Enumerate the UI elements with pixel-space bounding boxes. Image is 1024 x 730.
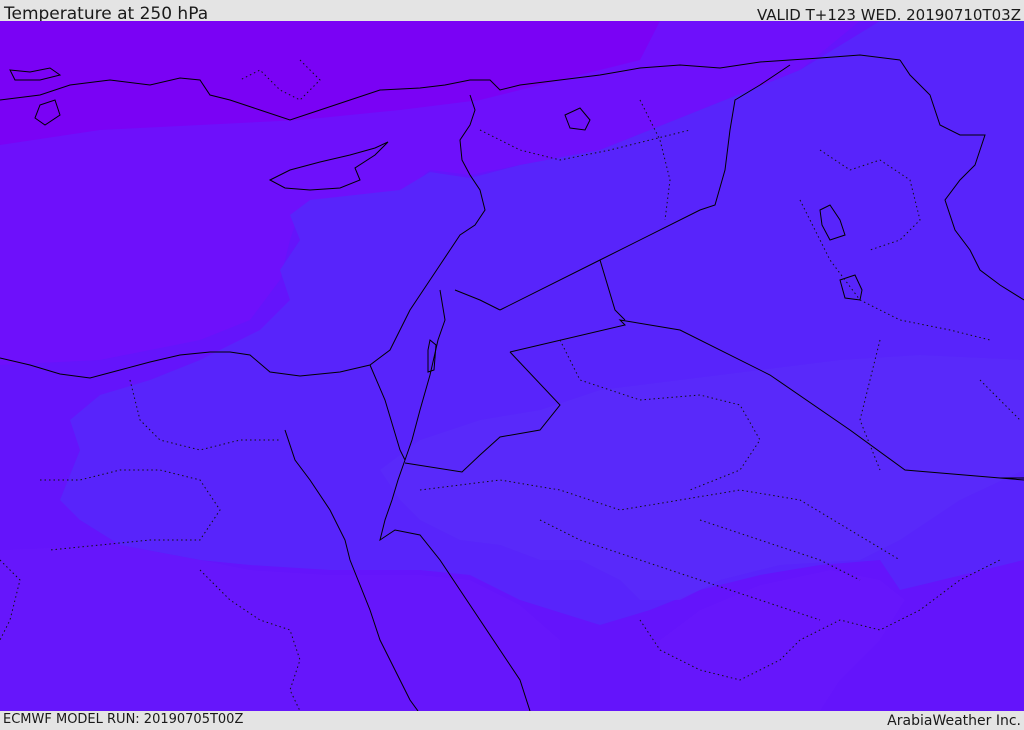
credit: ArabiaWeather Inc. — [887, 713, 1021, 729]
temperature-map — [0, 21, 1024, 711]
model-run: ECMWF MODEL RUN: 20190705T00Z — [3, 712, 244, 727]
footer-bar: ECMWF MODEL RUN: 20190705T00Z ArabiaWeat… — [0, 711, 1024, 729]
header-bar: Temperature at 250 hPa VALID T+123 WED. … — [0, 0, 1024, 24]
